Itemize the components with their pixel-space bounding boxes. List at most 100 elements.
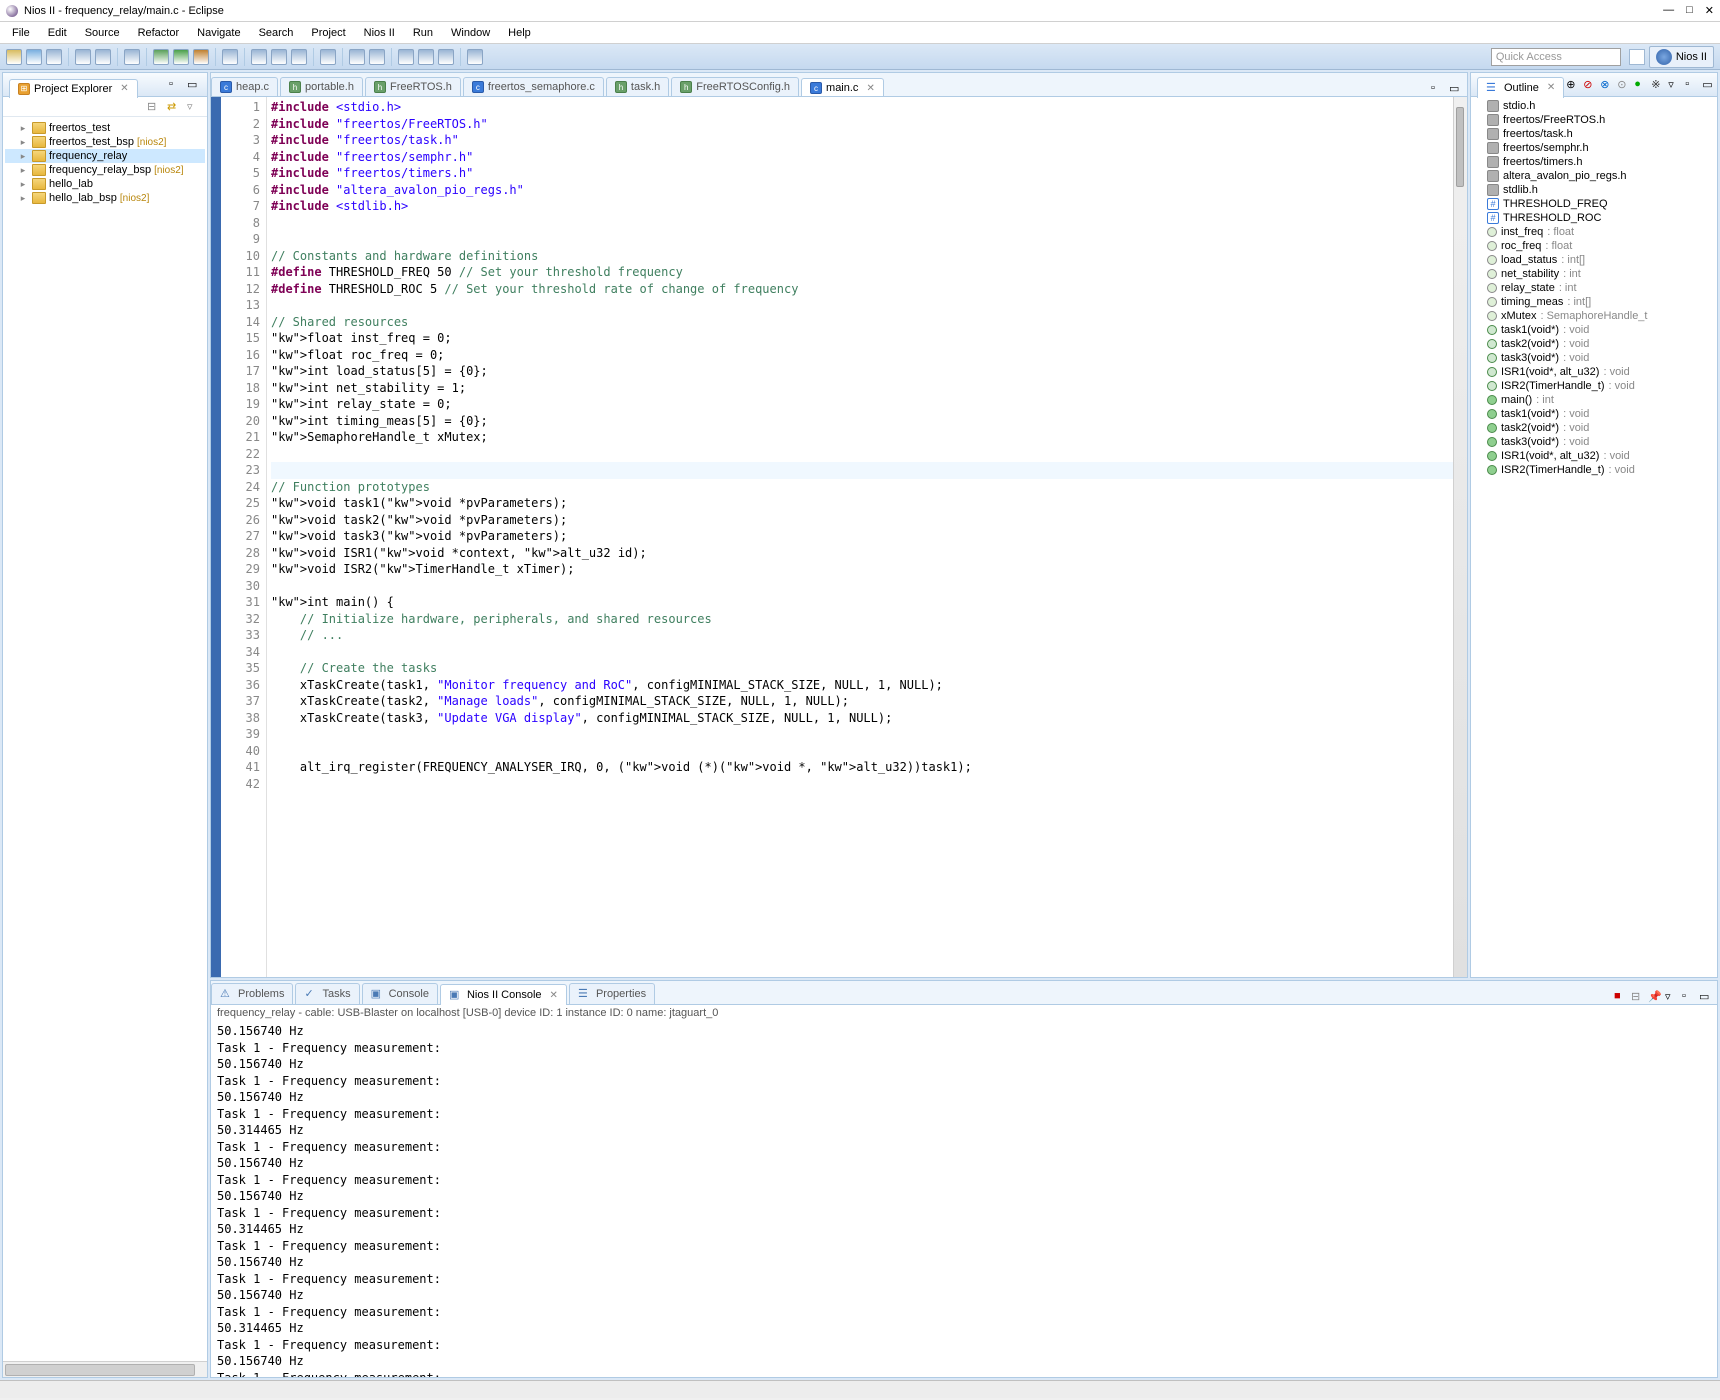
outline-item[interactable]: inst_freq : float — [1473, 225, 1715, 239]
filter-icon[interactable]: ● — [1634, 78, 1648, 92]
project-frequency_relay_bsp[interactable]: ▸frequency_relay_bsp [nios2] — [5, 163, 205, 177]
editor-tab-FreeRTOSConfig.h[interactable]: hFreeRTOSConfig.h — [671, 77, 799, 96]
outline-item[interactable]: freertos/semphr.h — [1473, 141, 1715, 155]
menu-file[interactable]: File — [4, 25, 38, 41]
menu-refactor[interactable]: Refactor — [130, 25, 188, 41]
close-button[interactable]: ✕ — [1705, 4, 1714, 17]
outline-item[interactable]: #THRESHOLD_FREQ — [1473, 197, 1715, 211]
editor-tab-FreeRTOS.h[interactable]: hFreeRTOS.h — [365, 77, 461, 96]
expand-icon[interactable]: ▸ — [17, 123, 29, 134]
outline-item[interactable]: ISR2(TimerHandle_t) : void — [1473, 379, 1715, 393]
maximize-editor-icon[interactable]: ▭ — [1449, 82, 1463, 96]
project-hello_lab_bsp[interactable]: ▸hello_lab_bsp [nios2] — [5, 191, 205, 205]
new-class-icon[interactable] — [271, 49, 287, 65]
toggle-icon[interactable] — [124, 49, 140, 65]
editor-tab-heap.c[interactable]: cheap.c — [211, 77, 278, 96]
open-perspective-icon[interactable] — [1629, 49, 1645, 65]
new-folder-icon[interactable] — [291, 49, 307, 65]
pin-icon[interactable]: 📌 — [1648, 990, 1662, 1004]
project-freertos_test[interactable]: ▸freertos_test — [5, 121, 205, 135]
run-icon[interactable] — [173, 49, 189, 65]
annotation-next-icon[interactable] — [369, 49, 385, 65]
menu-help[interactable]: Help — [500, 25, 539, 41]
view-menu-icon[interactable]: ▿ — [1668, 78, 1682, 92]
outline-item[interactable]: relay_state : int — [1473, 281, 1715, 295]
link-editor-icon[interactable]: ⇄ — [167, 100, 181, 114]
outline-item[interactable]: net_stability : int — [1473, 267, 1715, 281]
project-frequency_relay[interactable]: ▸frequency_relay — [5, 149, 205, 163]
profile-icon[interactable] — [222, 49, 238, 65]
last-edit-icon[interactable] — [398, 49, 414, 65]
project-freertos_test_bsp[interactable]: ▸freertos_test_bsp [nios2] — [5, 135, 205, 149]
new-c-icon[interactable] — [251, 49, 267, 65]
build-icon[interactable] — [75, 49, 91, 65]
save-all-icon[interactable] — [46, 49, 62, 65]
forward-icon[interactable] — [438, 49, 454, 65]
console-tab-problems[interactable]: ⚠Problems — [211, 983, 293, 1004]
editor-tab-freertos_semaphore.c[interactable]: cfreertos_semaphore.c — [463, 77, 604, 96]
editor-tab-portable.h[interactable]: hportable.h — [280, 77, 363, 96]
console-tab-console[interactable]: ▣Console — [362, 983, 438, 1004]
menu-edit[interactable]: Edit — [40, 25, 75, 41]
menu-navigate[interactable]: Navigate — [189, 25, 248, 41]
outline-tree[interactable]: stdio.hfreertos/FreeRTOS.hfreertos/task.… — [1471, 97, 1717, 977]
search-icon[interactable] — [320, 49, 336, 65]
sort-icon[interactable]: ⊕ — [1566, 78, 1580, 92]
expand-icon[interactable]: ▸ — [17, 193, 29, 204]
maximize-button[interactable]: □ — [1686, 4, 1693, 17]
outline-item[interactable]: main() : int — [1473, 393, 1715, 407]
outline-item[interactable]: ISR2(TimerHandle_t) : void — [1473, 463, 1715, 477]
expand-icon[interactable]: ▸ — [17, 137, 29, 148]
maximize-panel-icon[interactable]: ▭ — [1702, 78, 1716, 92]
outline-item[interactable]: task2(void*) : void — [1473, 421, 1715, 435]
outline-item[interactable]: load_status : int[] — [1473, 253, 1715, 267]
minimize-button[interactable]: — — [1663, 4, 1674, 17]
outline-item[interactable]: task1(void*) : void — [1473, 407, 1715, 421]
terminate-icon[interactable]: ■ — [1614, 990, 1628, 1004]
close-icon[interactable]: ✕ — [866, 83, 874, 94]
perspective-button[interactable]: Nios II — [1649, 46, 1714, 68]
menu-window[interactable]: Window — [443, 25, 498, 41]
outline-item[interactable]: task3(void*) : void — [1473, 351, 1715, 365]
hide-nonpublic-icon[interactable]: ⊙ — [1617, 78, 1631, 92]
project-tree[interactable]: ▸freertos_test▸freertos_test_bsp [nios2]… — [3, 117, 207, 1361]
outline-item[interactable]: task2(void*) : void — [1473, 337, 1715, 351]
outline-item[interactable]: altera_avalon_pio_regs.h — [1473, 169, 1715, 183]
outline-item[interactable]: task1(void*) : void — [1473, 323, 1715, 337]
project-explorer-tab[interactable]: ⊞ Project Explorer ✕ — [9, 79, 138, 98]
code-area[interactable]: #include <stdio.h>#include "freertos/Fre… — [267, 97, 1467, 977]
editor-tab-main.c[interactable]: cmain.c✕ — [801, 78, 884, 97]
build-all-icon[interactable] — [95, 49, 111, 65]
outline-item[interactable]: ISR1(void*, alt_u32) : void — [1473, 365, 1715, 379]
outline-item[interactable]: freertos/FreeRTOS.h — [1473, 113, 1715, 127]
outline-item[interactable]: roc_freq : float — [1473, 239, 1715, 253]
remove-launch-icon[interactable]: ⊟ — [1631, 990, 1645, 1004]
editor-tab-task.h[interactable]: htask.h — [606, 77, 669, 96]
bug-icon[interactable]: ※ — [1651, 78, 1665, 92]
menu-nios ii[interactable]: Nios II — [356, 25, 403, 41]
close-icon[interactable]: ✕ — [1547, 82, 1555, 93]
hide-static-icon[interactable]: ⊗ — [1600, 78, 1614, 92]
minimize-panel-icon[interactable]: ▫ — [1685, 78, 1699, 92]
menu-run[interactable]: Run — [405, 25, 441, 41]
expand-icon[interactable]: ▸ — [17, 151, 29, 162]
outline-item[interactable]: xMutex : SemaphoreHandle_t — [1473, 309, 1715, 323]
console-tab-properties[interactable]: ☰Properties — [569, 983, 655, 1004]
outline-item[interactable]: timing_meas : int[] — [1473, 295, 1715, 309]
menu-search[interactable]: Search — [251, 25, 302, 41]
horizontal-scrollbar[interactable] — [3, 1361, 207, 1377]
vertical-scrollbar[interactable] — [1453, 97, 1467, 977]
code-editor[interactable]: 1234567891011121314151617181920212223242… — [211, 97, 1467, 977]
project-hello_lab[interactable]: ▸hello_lab — [5, 177, 205, 191]
pin-icon[interactable] — [467, 49, 483, 65]
close-icon[interactable]: ✕ — [550, 990, 558, 1001]
quick-access-input[interactable]: Quick Access — [1491, 48, 1621, 66]
menu-project[interactable]: Project — [303, 25, 353, 41]
view-menu-icon[interactable]: ▿ — [1665, 990, 1679, 1004]
minimize-panel-icon[interactable]: ▫ — [1682, 990, 1696, 1004]
menu-source[interactable]: Source — [77, 25, 128, 41]
maximize-panel-icon[interactable]: ▭ — [1699, 990, 1713, 1004]
close-icon[interactable]: ✕ — [120, 83, 128, 94]
expand-icon[interactable]: ▸ — [17, 165, 29, 176]
annotation-prev-icon[interactable] — [349, 49, 365, 65]
